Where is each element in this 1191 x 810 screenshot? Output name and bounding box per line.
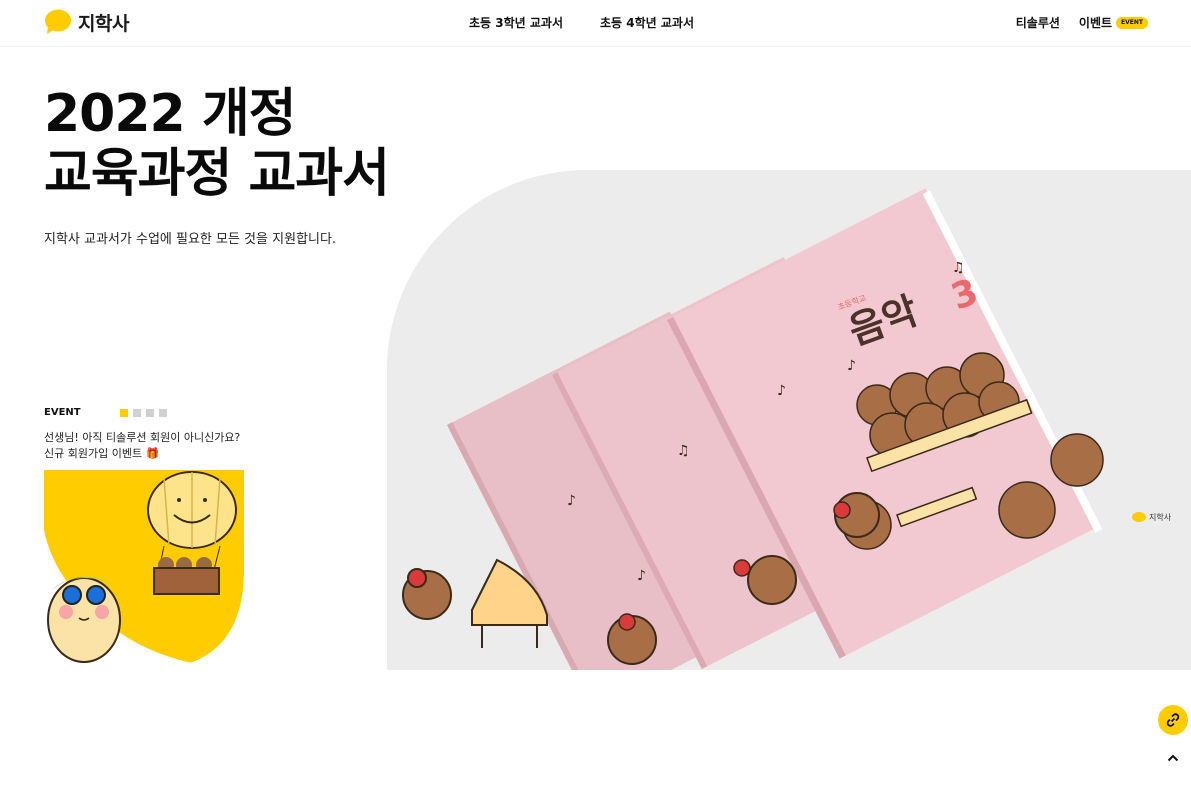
event-banner-image[interactable] — [44, 470, 244, 670]
svg-text:♫: ♫ — [677, 443, 690, 459]
link-icon — [1166, 713, 1180, 727]
event-text-line1: 선생님! 아직 티솔루션 회원이 아니신가요? — [44, 431, 241, 444]
hero-title-line2: 교육과정 교과서 — [44, 144, 390, 204]
event-link-label: 이벤트 — [1078, 16, 1113, 30]
nav-grade3[interactable]: 초등 3학년 교과서 — [469, 14, 563, 31]
event-illustration — [44, 470, 244, 670]
pagination-dot-4[interactable] — [159, 408, 167, 417]
logo[interactable]: 지학사 — [44, 8, 129, 36]
event-header: EVENT — [44, 407, 167, 418]
svg-text:♪: ♪ — [567, 493, 576, 509]
pagination-dot-2[interactable] — [133, 408, 141, 417]
hero-title: 2022 개정 교육과정 교과서 — [44, 84, 390, 204]
event-text[interactable]: 선생님! 아직 티솔루션 회원이 아니신가요? 신규 회원가입 이벤트 🎁 — [44, 430, 240, 462]
hero-title-line1: 2022 개정 — [44, 84, 297, 144]
textbook-illustration: 초등학교 음악 3 ♫♪ ♪♫ ♪♪ 지학사 — [387, 170, 1191, 670]
event-pagination — [120, 408, 167, 417]
event-text-line2: 신규 회원가입 이벤트 🎁 — [44, 447, 160, 460]
hero-description: 지학사 교과서가 수업에 필요한 모든 것을 지원합니다. — [44, 232, 337, 247]
util-nav: 티솔루션 이벤트 EVENT — [1016, 14, 1148, 31]
book-publisher: 지학사 — [1149, 512, 1172, 522]
tsolution-link[interactable]: 티솔루션 — [1016, 14, 1060, 31]
scroll-top-button[interactable] — [1163, 748, 1183, 768]
pagination-dot-3[interactable] — [146, 408, 154, 417]
chevron-up-icon — [1167, 754, 1179, 762]
event-link[interactable]: 이벤트 EVENT — [1079, 14, 1148, 31]
logo-icon — [45, 9, 71, 34]
svg-text:♪: ♪ — [637, 568, 646, 584]
link-button[interactable] — [1158, 705, 1188, 735]
main-nav: 초등 3학년 교과서 초등 4학년 교과서 — [469, 14, 694, 31]
svg-text:♪: ♪ — [847, 358, 856, 374]
svg-text:♪: ♪ — [777, 383, 786, 399]
hero-textbook-image: 초등학교 음악 3 ♫ ♪ ♪ ♫ ♪ ♪ 지학사 — [387, 170, 1191, 670]
event-label: EVENT — [44, 407, 81, 418]
logo-text: 지학사 — [78, 12, 129, 35]
nav-grade4[interactable]: 초등 4학년 교과서 — [600, 14, 694, 31]
event-badge: EVENT — [1116, 16, 1148, 29]
svg-text:♫: ♫ — [952, 260, 965, 276]
pagination-dot-1[interactable] — [120, 408, 128, 417]
header: 지학사 초등 3학년 교과서 초등 4학년 교과서 티솔루션 이벤트 EVENT — [0, 0, 1191, 47]
